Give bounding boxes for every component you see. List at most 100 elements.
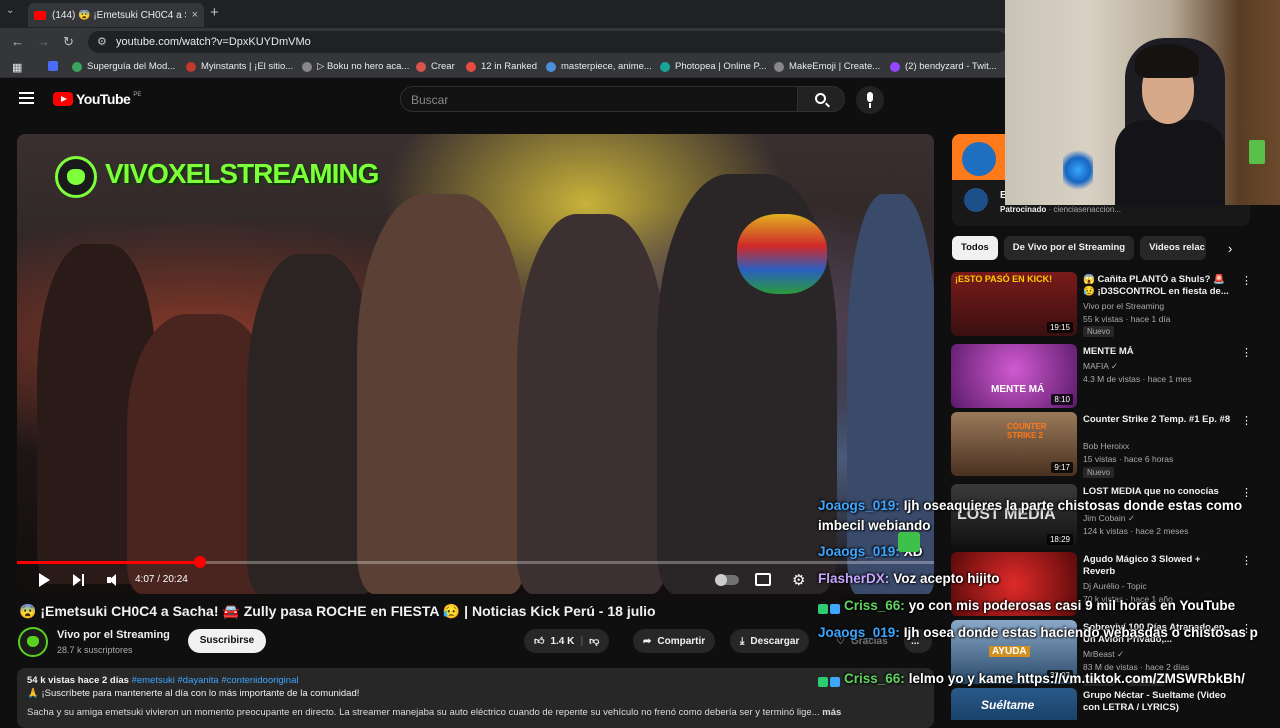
duration-badge: 19:15	[1046, 322, 1073, 333]
forward-arrow-icon[interactable]: →	[37, 34, 50, 49]
subtitles-icon[interactable]	[755, 573, 771, 586]
youtube-logo[interactable]: YouTube PE	[53, 91, 141, 107]
stream-chat-overlay: Joaogs_019: Ijh oseaquieres la parte chis…	[818, 496, 1280, 720]
chat-badges	[818, 600, 842, 615]
video-figure	[357, 194, 527, 594]
bookmark-item[interactable]: MakeEmoji | Create...	[774, 61, 880, 72]
recommended-channel[interactable]: Vivo por el Streaming	[1083, 301, 1164, 311]
chat-message: Joaogs_019: Ijh oseaquieres la parte chis…	[818, 496, 1278, 536]
youtube-logo-text: YouTube	[76, 91, 131, 107]
bookmark-label: MakeEmoji | Create...	[789, 61, 881, 72]
bookmark-item[interactable]: masterpiece, anime...	[546, 61, 652, 72]
thumbs-down-icon[interactable]: 👎︎	[589, 635, 599, 647]
search-input[interactable]: Buscar	[400, 86, 798, 112]
reload-icon[interactable]: ↻	[63, 34, 74, 50]
url-field[interactable]: ⚙ youtube.com/watch?v=DpxKUYDmVMo	[88, 31, 1008, 53]
bookmark-item[interactable]: (2) bendyzard - Twit...	[890, 61, 997, 72]
bookmark-label: (2) bendyzard - Twit...	[905, 61, 997, 72]
recommended-channel[interactable]: Bob Heroixx	[1083, 441, 1129, 451]
menu-icon[interactable]	[19, 92, 34, 104]
bookmark-favicon-icon	[72, 61, 82, 72]
search-button[interactable]	[797, 86, 845, 112]
bookmark-favicon-icon	[546, 61, 556, 72]
chat-username: Joaogs_019:	[818, 625, 900, 640]
chat-text: Voz acepto hijito	[893, 571, 1000, 586]
bookmark-item[interactable]: Crear	[416, 61, 455, 72]
bookmark-favicon-icon	[416, 61, 426, 72]
recommended-channel[interactable]: MAFIA ✓	[1083, 361, 1118, 372]
share-button[interactable]: ➦ Compartir	[633, 629, 716, 653]
badge-icon	[818, 677, 828, 688]
ad-domain: · cienciasenaccion...	[1048, 205, 1121, 214]
chip-related[interactable]: Videos relac	[1140, 236, 1207, 260]
recommended-video[interactable]: ¡ESTO PASÓ EN KICK! 19:15 😱 Cañita PLANT…	[951, 272, 1252, 338]
more-vert-icon[interactable]: ⋮	[1241, 414, 1252, 427]
more-vert-icon[interactable]: ⋮	[1241, 346, 1252, 359]
new-tab-icon[interactable]: +	[210, 4, 219, 21]
chip-channel[interactable]: De Vivo por el Streaming	[1003, 236, 1135, 260]
ad-sponsored-label: Patrocinado	[1000, 205, 1047, 214]
next-icon[interactable]	[73, 574, 85, 586]
like-count: 1.4 K	[550, 635, 575, 647]
download-label: Descargar	[750, 635, 800, 647]
description-tags[interactable]: #emetsuki #dayanita #contenidooriginal	[132, 675, 299, 686]
rgb-light	[1063, 150, 1093, 190]
recommended-title: Counter Strike 2 Temp. #1 Ep. #8	[1083, 414, 1231, 425]
bookmark-item[interactable]: Superguía del Mod...	[72, 61, 175, 72]
chat-text: lelmo yo y kame https://vm.tiktok.com/ZM…	[908, 671, 1245, 686]
bookmark-label: 12 in Ranked	[481, 61, 537, 72]
subscribe-button[interactable]: Suscribirse	[188, 629, 266, 653]
bookmark-favicon-icon	[890, 61, 900, 72]
bookmark-label: Superguía del Mod...	[87, 61, 176, 72]
channel-name[interactable]: Vivo por el Streaming	[57, 629, 170, 641]
site-info-icon[interactable]: ⚙	[97, 35, 107, 48]
filter-chips: Todos De Vivo por el Streaming Videos re…	[952, 236, 1207, 260]
channel-avatar[interactable]	[18, 627, 48, 657]
bookmark-item[interactable]: 12 in Ranked	[466, 61, 537, 72]
bookmark-favicon-icon	[48, 61, 58, 71]
tab-search-icon[interactable]: ⌄	[6, 5, 14, 16]
youtube-favicon-icon	[34, 10, 46, 20]
chat-badges	[818, 673, 842, 688]
browser-tab[interactable]: (144) 😨 ¡Emetsuki CH0C4 a Sa ×	[28, 3, 204, 27]
url-text: youtube.com/watch?v=DpxKUYDmVMo	[116, 36, 311, 48]
recommended-video[interactable]: COUNTER STRIKE 2 9:17 Counter Strike 2 T…	[951, 412, 1252, 478]
ad-sponsor-line: Patrocinado · cienciasenaccion...	[1000, 205, 1121, 214]
bookmark-item[interactable]: Myinstants | ¡El sitio...	[186, 61, 293, 72]
player-controls: 4:07 / 20:24 ⚙	[17, 564, 934, 596]
bookmark-favicon-icon	[774, 61, 784, 72]
like-button[interactable]: 👍︎ 1.4 K | 👎︎	[524, 629, 610, 653]
webcam-overlay	[1005, 0, 1280, 205]
apps-grid-icon[interactable]: ▦	[12, 61, 22, 74]
video-player[interactable]: VIVOXELSTREAMING 4:07 / 20:24 ⚙	[17, 134, 934, 596]
bookmark-favicon-icon	[302, 61, 312, 72]
volume-icon[interactable]	[107, 574, 121, 586]
bookmark-item[interactable]: Photopea | Online P...	[660, 61, 767, 72]
recommended-video[interactable]: MENTE MÁ 8:10 MENTE MÁ MAFIA ✓ 4.3 M de …	[951, 344, 1252, 410]
description-box[interactable]: 54 k vistas hace 2 días #emetsuki #dayan…	[17, 668, 934, 728]
play-icon[interactable]	[39, 573, 50, 587]
duration-badge: 8:10	[1051, 394, 1073, 405]
back-arrow-icon[interactable]: ←	[11, 34, 24, 49]
thumbs-up-icon: 👍︎	[534, 636, 545, 647]
bookmark-label: Crear	[431, 61, 455, 72]
chat-text: Ijh osea donde estas haciendo webasdas o…	[903, 625, 1258, 640]
bookmark-item[interactable]	[48, 61, 58, 71]
autoplay-toggle[interactable]	[715, 574, 739, 586]
bookmark-item[interactable]: ▷ Boku no hero aca...	[302, 61, 409, 72]
new-badge: Nuevo	[1083, 326, 1115, 337]
time-display: 4:07 / 20:24	[135, 574, 188, 585]
chevron-right-icon[interactable]: ›	[1228, 241, 1232, 256]
tab-title: (144) 😨 ¡Emetsuki CH0C4 a Sa	[52, 9, 186, 21]
settings-icon[interactable]: ⚙	[792, 571, 805, 589]
tab-close-icon[interactable]: ×	[192, 9, 198, 21]
download-icon: ⤓	[740, 635, 745, 647]
description-stats: 54 k vistas hace 2 días	[27, 675, 129, 686]
download-button[interactable]: ⤓ Descargar	[730, 629, 810, 653]
chat-username: Criss_66:	[844, 671, 905, 686]
voice-search-icon[interactable]	[856, 86, 884, 114]
video-thumbnail: MENTE MÁ 8:10	[951, 344, 1077, 408]
more-vert-icon[interactable]: ⋮	[1241, 274, 1252, 287]
chip-all[interactable]: Todos	[952, 236, 998, 260]
recommended-title: 😱 Cañita PLANTÓ a Shuls? 🚨 😥 ¡D3SCONTROL…	[1083, 274, 1229, 297]
